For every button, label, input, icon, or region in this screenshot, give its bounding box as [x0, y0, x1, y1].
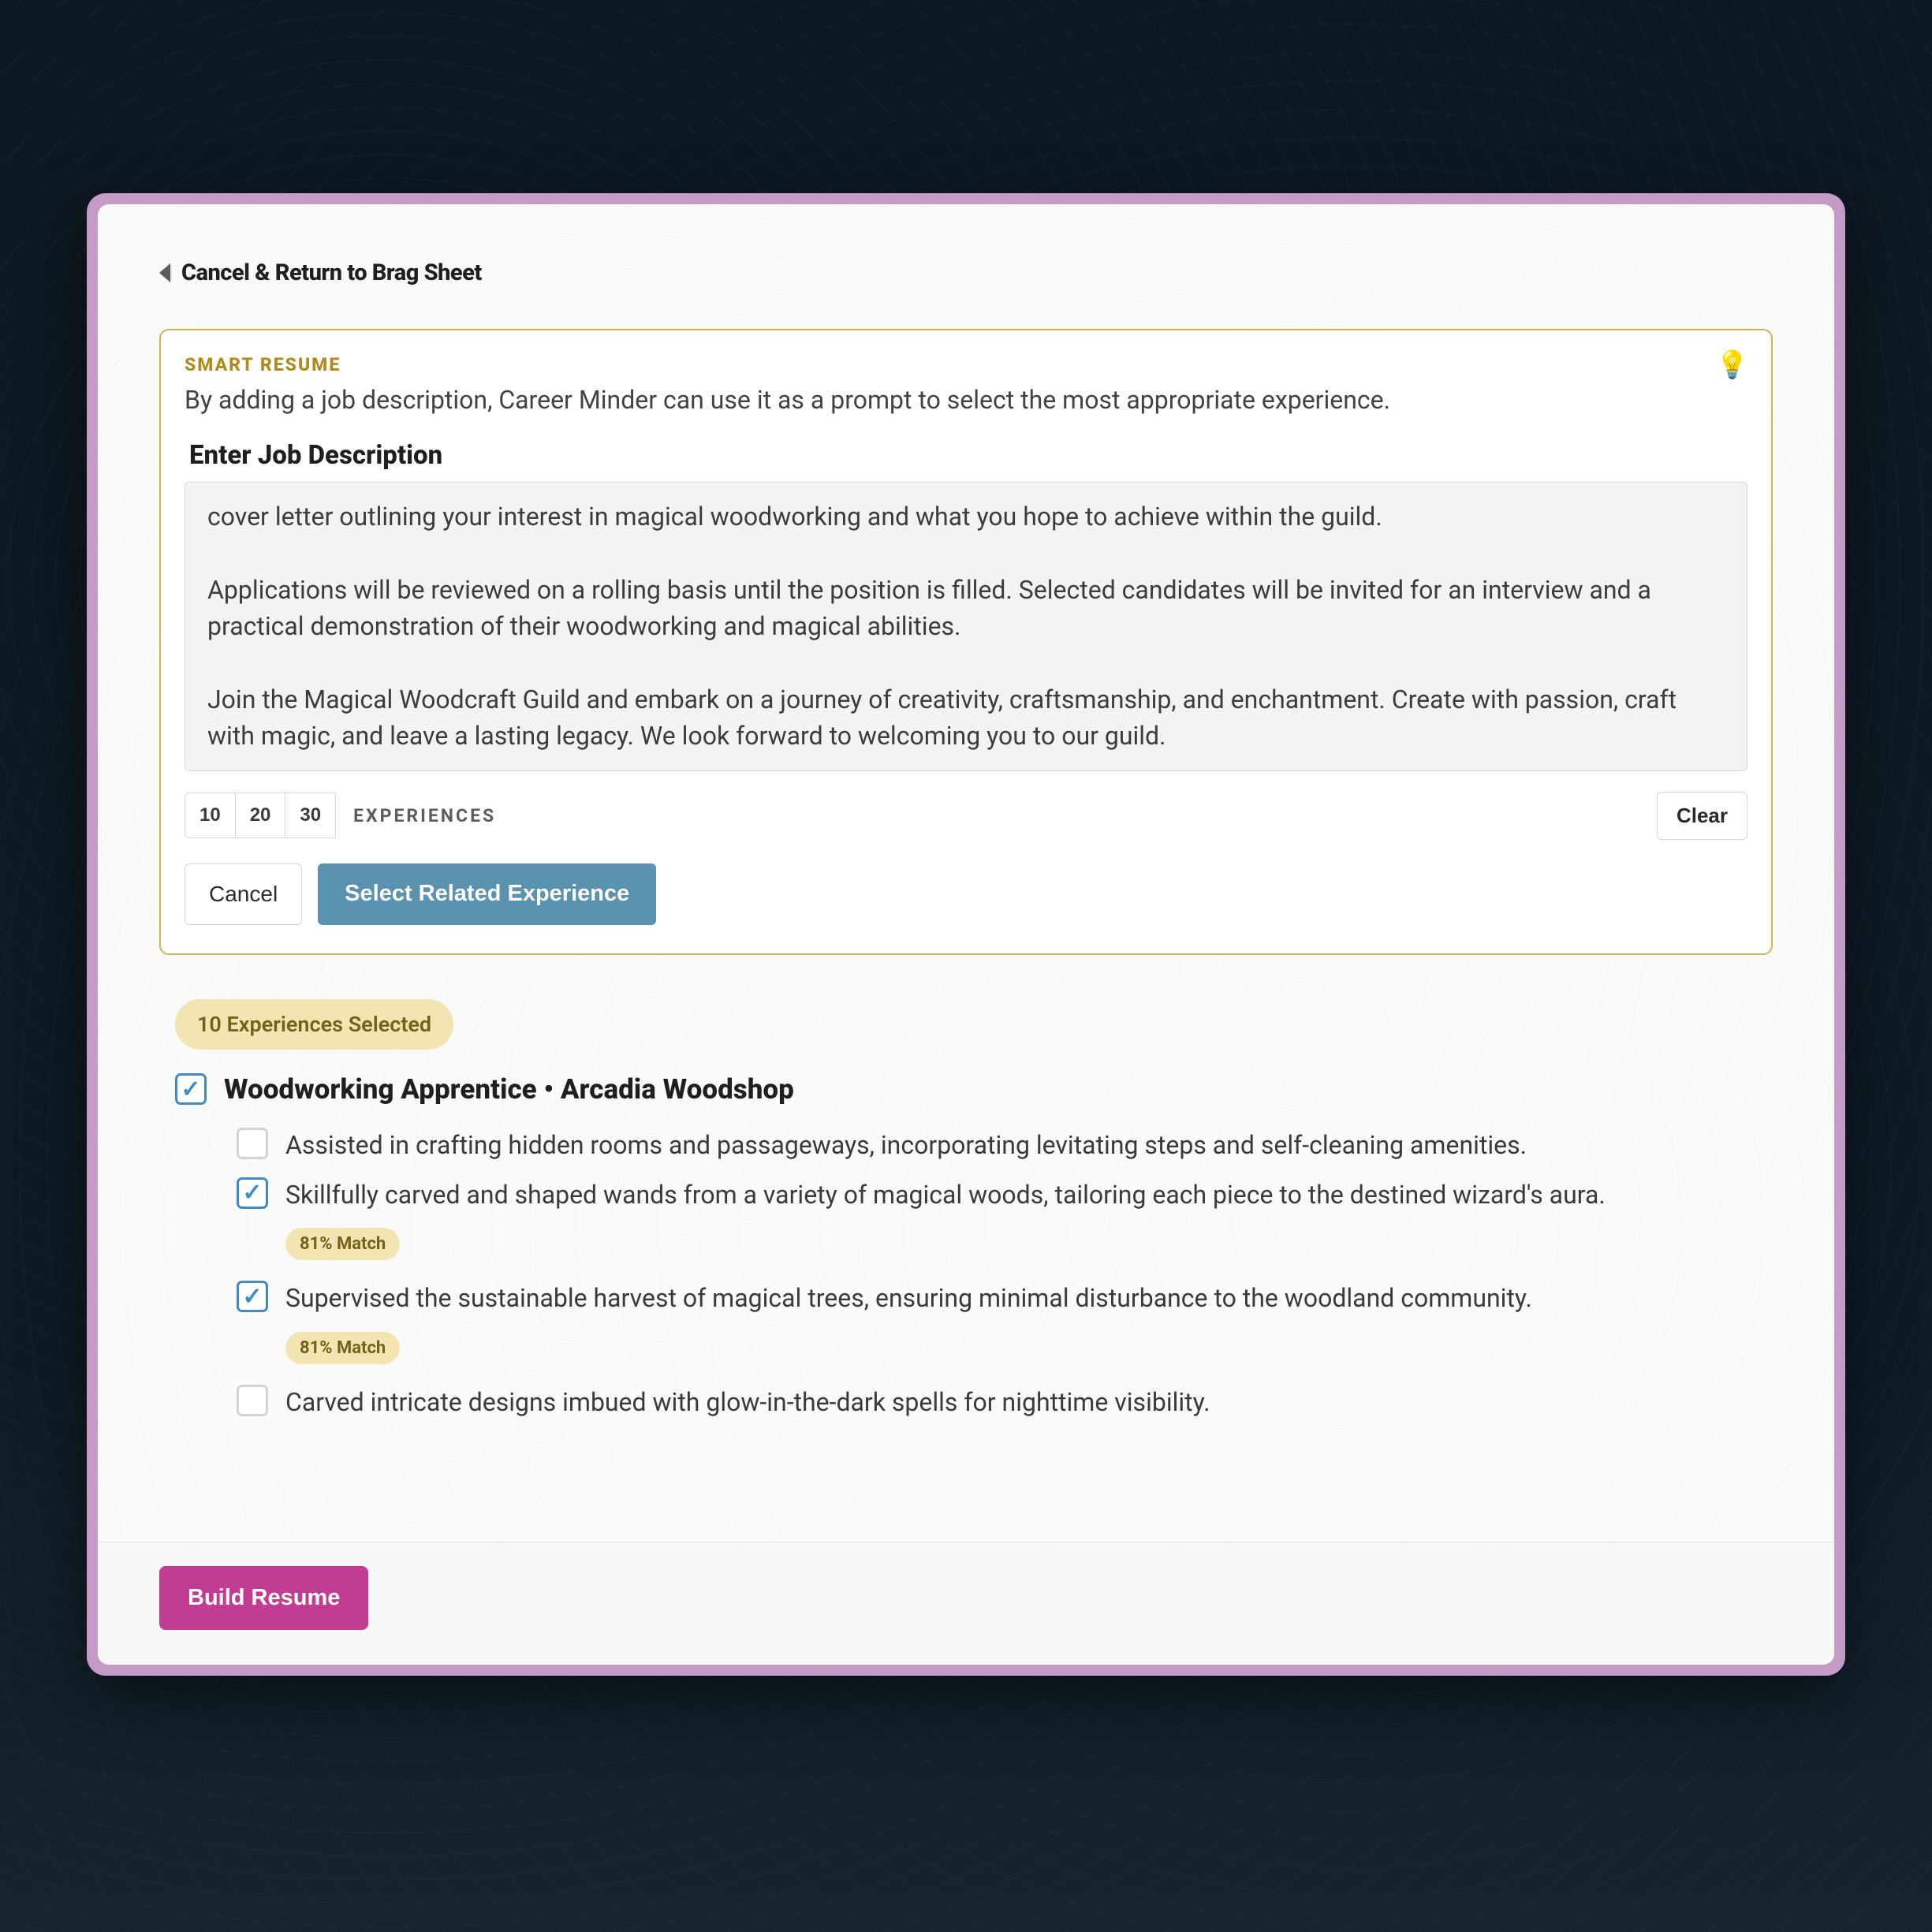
match-badge: 81% Match — [285, 1228, 400, 1260]
seg-10-button[interactable]: 10 — [185, 793, 236, 838]
experience-text: Assisted in crafting hidden rooms and pa… — [285, 1128, 1527, 1163]
job-description-label: Enter Job Description — [189, 440, 1747, 471]
smart-resume-badge: SMART RESUME — [185, 354, 1747, 375]
smart-resume-card: 💡 SMART RESUME By adding a job descripti… — [159, 329, 1773, 955]
modal-frame: Cancel & Return to Brag Sheet 💡 SMART RE… — [87, 193, 1845, 1676]
footer-bar: Build Resume — [98, 1542, 1834, 1665]
job-row: ✓ Woodworking Apprentice • Arcadia Woods… — [175, 1073, 1773, 1106]
selected-count-pill: 10 Experiences Selected — [175, 999, 453, 1050]
experiences-label: EXPERIENCES — [353, 805, 496, 826]
experience-checkbox[interactable]: ✓ — [237, 1385, 268, 1416]
experience-item: ✓ Skillfully carved and shaped wands fro… — [237, 1177, 1773, 1213]
experience-text: Skillfully carved and shaped wands from … — [285, 1177, 1606, 1213]
chevron-left-icon — [159, 263, 170, 282]
clear-button[interactable]: Clear — [1657, 792, 1747, 840]
build-resume-button[interactable]: Build Resume — [159, 1566, 368, 1630]
experience-item: ✓ Supervised the sustainable harvest of … — [237, 1281, 1773, 1316]
back-link[interactable]: Cancel & Return to Brag Sheet — [159, 259, 1773, 286]
selected-experiences-section: 10 Experiences Selected ✓ Woodworking Ap… — [159, 999, 1773, 1420]
back-link-label: Cancel & Return to Brag Sheet — [181, 259, 482, 286]
select-related-experience-button[interactable]: Select Related Experience — [318, 863, 656, 925]
match-badge: 81% Match — [285, 1332, 400, 1364]
job-checkbox[interactable]: ✓ — [175, 1073, 207, 1105]
seg-30-button[interactable]: 30 — [285, 793, 336, 838]
experience-checkbox[interactable]: ✓ — [237, 1128, 268, 1159]
job-description-textarea[interactable] — [185, 482, 1747, 771]
experience-text: Supervised the sustainable harvest of ma… — [285, 1281, 1532, 1316]
experience-text: Carved intricate designs imbued with glo… — [285, 1385, 1210, 1420]
experience-item: ✓ Assisted in crafting hidden rooms and … — [237, 1128, 1773, 1163]
job-title: Woodworking Apprentice • Arcadia Woodsho… — [224, 1073, 794, 1106]
cancel-button[interactable]: Cancel — [185, 863, 302, 925]
seg-20-button[interactable]: 20 — [236, 793, 286, 838]
bulb-icon: 💡 — [1716, 349, 1749, 381]
experience-checkbox[interactable]: ✓ — [237, 1177, 268, 1209]
smart-resume-subtitle: By adding a job description, Career Mind… — [185, 385, 1747, 415]
experience-item: ✓ Carved intricate designs imbued with g… — [237, 1385, 1773, 1420]
experience-checkbox[interactable]: ✓ — [237, 1281, 268, 1312]
experience-count-row: 10 20 30 EXPERIENCES Clear — [185, 792, 1747, 840]
modal-content: Cancel & Return to Brag Sheet 💡 SMART RE… — [98, 204, 1834, 1665]
